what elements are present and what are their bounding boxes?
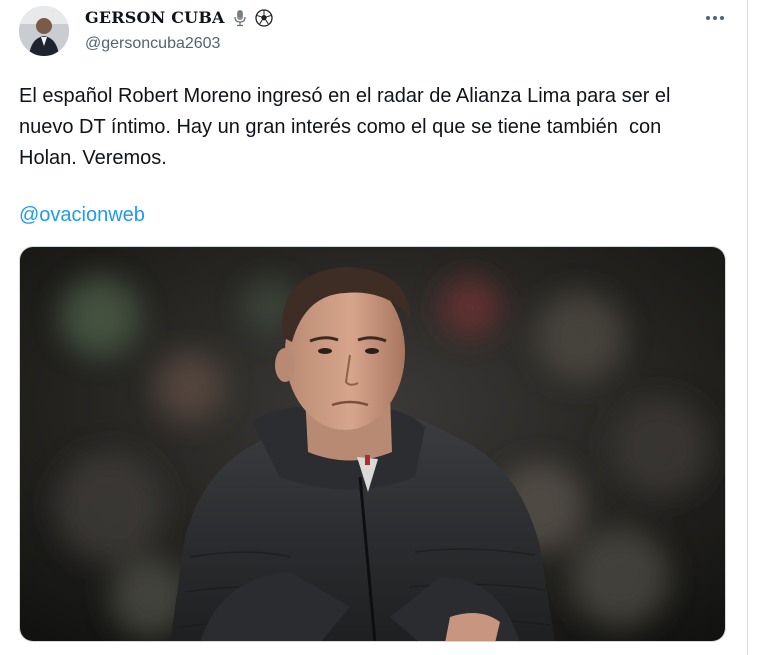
- tweet-photo[interactable]: [19, 246, 726, 642]
- author-handle[interactable]: @gersoncuba2603: [85, 35, 220, 53]
- microphone-icon: [231, 9, 249, 27]
- mention-link[interactable]: @ovacionweb: [19, 200, 145, 231]
- author-name[interactable]: GERSON CUBA: [85, 8, 273, 27]
- author-name-text: GERSON CUBA: [85, 8, 225, 27]
- soccer-ball-icon: [255, 8, 273, 27]
- more-options-icon[interactable]: [703, 10, 727, 26]
- avatar[interactable]: [19, 6, 69, 56]
- tweet-text: El español Robert Moreno ingresó en el r…: [19, 85, 671, 169]
- tweet-card: GERSON CUBA @gersoncuba2603 El español R…: [0, 0, 748, 655]
